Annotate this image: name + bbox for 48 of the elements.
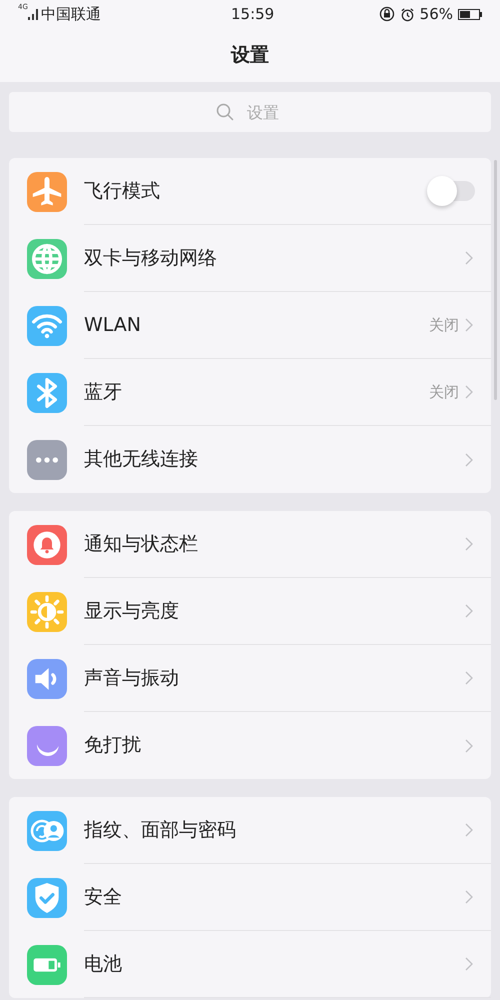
settings-row[interactable]: 其他无线连接	[9, 426, 491, 493]
row-label: 双卡与移动网络	[84, 246, 217, 271]
row-label: 安全	[84, 884, 122, 910]
settings-row[interactable]: 声音与振动	[9, 645, 491, 712]
alarm-icon	[400, 6, 415, 22]
chevron-icon	[465, 251, 473, 265]
row-label: 指纹、面部与密码	[84, 818, 236, 843]
settings-row[interactable]: 免打扰	[9, 712, 491, 779]
status-value: 关闭	[429, 382, 459, 403]
row-label: 通知与状态栏	[84, 532, 198, 557]
chevron-icon	[465, 604, 473, 618]
row-label: 飞行模式	[84, 178, 160, 204]
chevron-icon	[465, 738, 473, 752]
search-field[interactable]: 设置	[9, 92, 491, 132]
chevron-icon	[465, 890, 473, 904]
row-label: WLAN	[84, 312, 142, 338]
settings-row[interactable]: 蓝牙 关闭	[9, 359, 491, 426]
carrier-name: 中国联通	[40, 4, 101, 25]
settings-row[interactable]: 显示与亮度	[9, 578, 491, 645]
row-label: 电池	[84, 952, 122, 977]
settings-row[interactable]: 双卡与移动网络	[9, 225, 491, 292]
battery-icon	[458, 8, 482, 20]
chevron-icon	[465, 957, 473, 971]
settings-row[interactable]: 安全	[9, 864, 491, 931]
battery-percent: 56%	[420, 4, 453, 25]
chevron-icon	[465, 671, 473, 685]
row-label: 免打扰	[84, 733, 141, 758]
chevron-icon	[465, 452, 473, 466]
settings-row[interactable]: WLAN 关闭	[9, 292, 491, 359]
row-label: 其他无线连接	[84, 447, 198, 472]
settings-row[interactable]: 指纹、面部与密码	[9, 797, 491, 864]
row-label: 声音与振动	[84, 666, 179, 691]
status-value: 关闭	[429, 314, 459, 336]
toggle-switch[interactable]	[427, 176, 475, 206]
page-title: 设置	[231, 42, 269, 68]
row-label: 显示与亮度	[84, 598, 179, 624]
signal-icon	[28, 8, 40, 20]
rotation-lock-icon	[378, 6, 395, 22]
search-icon	[216, 103, 234, 121]
chevron-icon	[465, 385, 473, 399]
clock-time: 15:59	[231, 4, 274, 25]
settings-row[interactable]: 飞行模式	[9, 158, 491, 225]
chevron-icon	[465, 537, 473, 551]
chevron-icon	[465, 823, 473, 837]
settings-row[interactable]: 电池	[9, 931, 491, 998]
row-label: 蓝牙	[84, 380, 122, 405]
chevron-icon	[465, 318, 473, 332]
settings-row[interactable]: 通知与状态栏	[9, 511, 491, 578]
